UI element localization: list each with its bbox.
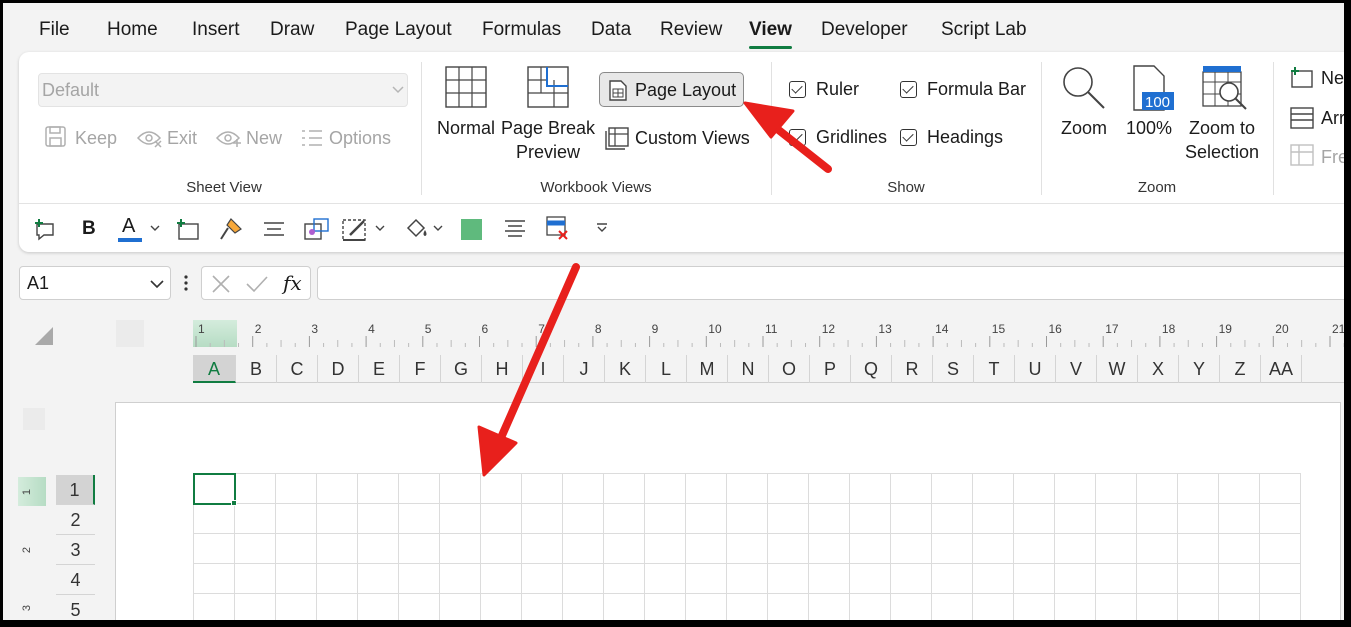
annotation-arrows [477, 101, 832, 477]
arrow-to-sheet [477, 263, 580, 477]
arrow-to-page-layout [743, 101, 832, 173]
excel-window: File Home Insert Draw Page Layout Formul… [3, 3, 1344, 620]
